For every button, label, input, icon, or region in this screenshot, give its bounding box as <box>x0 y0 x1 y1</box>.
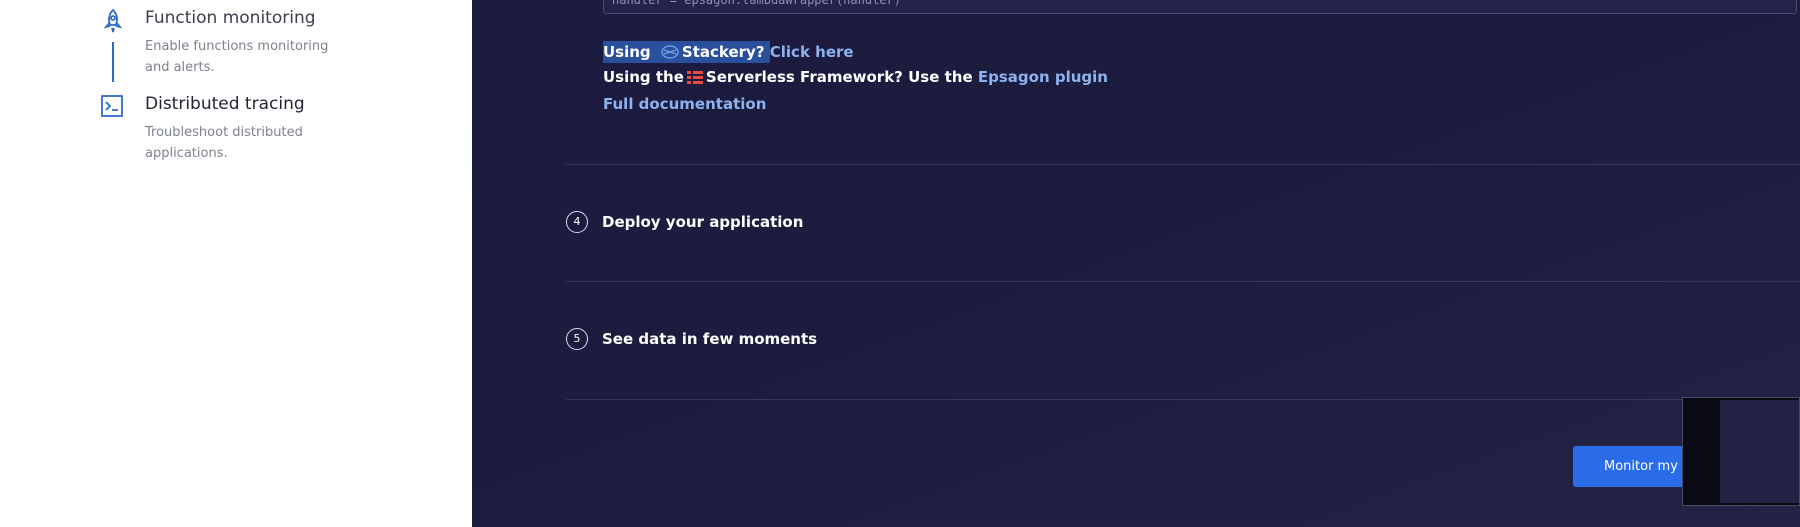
monitor-button[interactable]: Monitor my <box>1573 446 1683 487</box>
code-snippet[interactable]: handler = epsagon.lambdaWrapper(handler) <box>603 0 1797 14</box>
step-see-data-label[interactable]: See data in few moments <box>602 330 817 348</box>
sidebar-item-desc: Troubleshoot distributed applications. <box>145 125 303 161</box>
divider <box>566 164 1800 165</box>
sidebar-item-title: Function monitoring <box>145 8 316 28</box>
step-number-badge: 4 <box>566 211 588 233</box>
step-connector <box>112 42 114 82</box>
video-overlay[interactable] <box>1682 397 1800 506</box>
epsagon-plugin-link[interactable]: Epsagon plugin <box>978 68 1108 86</box>
step-number-badge: 5 <box>566 328 588 350</box>
sidebar-item-desc: Enable functions monitoring and alerts. <box>145 39 329 75</box>
sidebar-item-title: Distributed tracing <box>145 94 305 114</box>
stackery-logo-icon <box>660 44 680 60</box>
stackery-click-here-link[interactable]: Click here <box>770 43 854 61</box>
full-documentation-link[interactable]: Full documentation <box>603 95 766 113</box>
onboarding-sidebar: Function monitoring Enable functions mon… <box>0 0 472 527</box>
setup-panel: handler = epsagon.lambdaWrapper(handler)… <box>472 0 1800 527</box>
terminal-icon <box>100 94 126 120</box>
serverless-line: Using the Serverless Framework? Use the … <box>603 68 1108 86</box>
serverless-logo-icon <box>686 70 704 84</box>
stackery-line: Using Stackery? Click here <box>603 41 854 63</box>
video-frame <box>1720 400 1799 503</box>
divider <box>566 281 1800 282</box>
step-deploy-label[interactable]: Deploy your application <box>602 213 803 231</box>
rocket-icon <box>100 8 126 34</box>
divider <box>566 399 1800 400</box>
highlighted-text: Using Stackery? <box>603 41 770 63</box>
